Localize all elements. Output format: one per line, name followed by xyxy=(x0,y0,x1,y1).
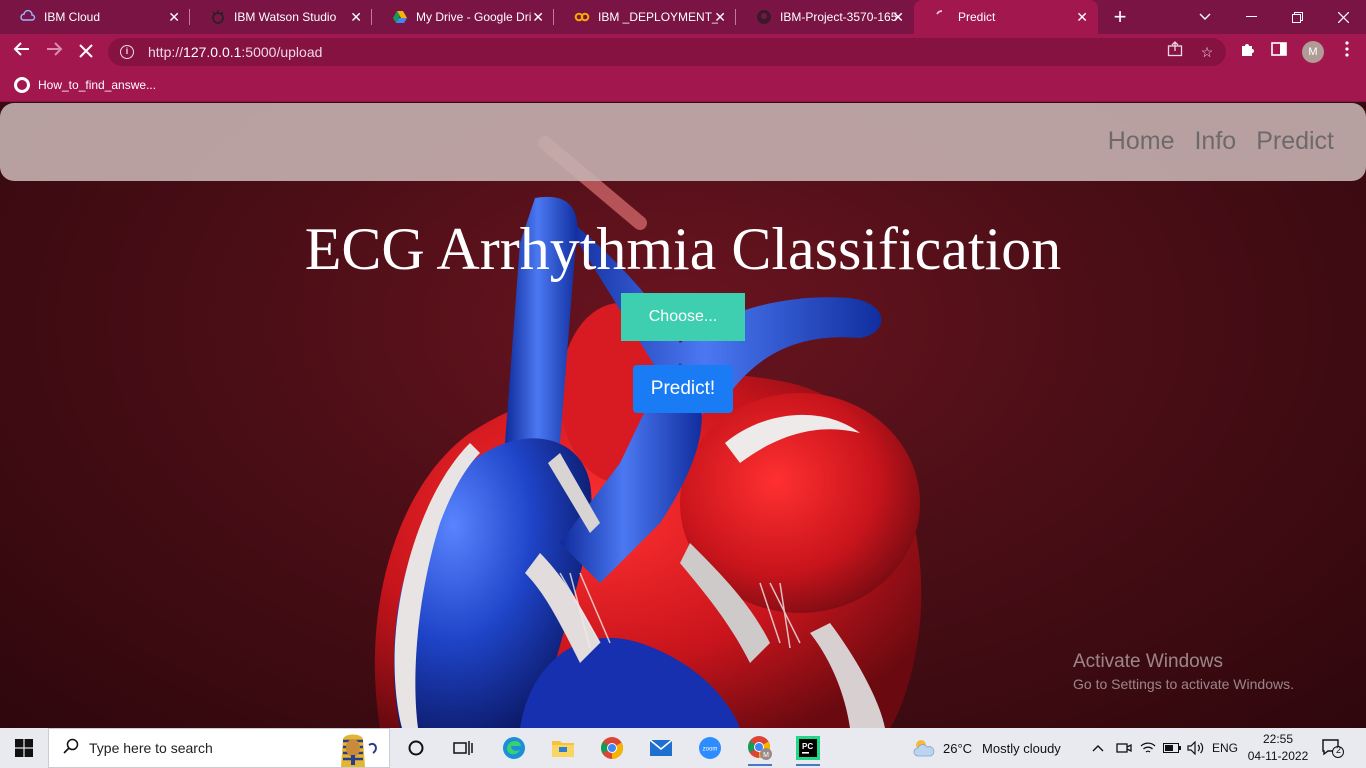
tab-search-chevron-icon[interactable] xyxy=(1182,0,1228,34)
bookmarks-bar: How_to_find_answe... xyxy=(0,70,1366,102)
extensions-puzzle-icon[interactable] xyxy=(1236,41,1258,63)
browser-menu-icon[interactable] xyxy=(1336,41,1358,63)
back-arrow-icon[interactable] xyxy=(10,40,34,64)
close-icon[interactable]: ✕ xyxy=(892,9,904,25)
predict-button[interactable]: Predict! xyxy=(633,365,733,413)
volume-icon[interactable] xyxy=(1187,728,1205,768)
weather-widget[interactable]: 26°C Mostly cloudy xyxy=(912,728,1061,768)
tab-watson-studio[interactable]: IBM Watson Studio ✕ xyxy=(190,0,372,34)
svg-text:M: M xyxy=(763,752,769,759)
task-view-button[interactable] xyxy=(400,732,432,764)
pycharm-icon[interactable]: PC xyxy=(792,732,824,766)
restore-button[interactable] xyxy=(1274,0,1320,34)
bookmark-label: How_to_find_answe... xyxy=(38,78,157,92)
chrome-profile-icon[interactable]: M xyxy=(744,732,776,766)
activate-windows-watermark: Activate Windows Go to Settings to activ… xyxy=(1073,651,1294,692)
edge-browser-icon[interactable] xyxy=(498,732,530,764)
watson-icon xyxy=(210,9,226,25)
clock-time: 22:55 xyxy=(1262,732,1294,746)
wifi-icon[interactable] xyxy=(1140,728,1156,768)
choose-file-button[interactable]: Choose... xyxy=(621,293,745,341)
nav-home-link[interactable]: Home xyxy=(1108,127,1175,156)
windows-taskbar: Type here to search zoom M PC 26°C Mostl… xyxy=(0,728,1366,768)
clock-date: 04-11-2022 xyxy=(1247,749,1309,763)
mail-icon[interactable] xyxy=(645,732,677,764)
minimize-button[interactable] xyxy=(1228,0,1274,34)
cloudy-weather-icon xyxy=(913,740,935,757)
github-icon xyxy=(756,9,772,25)
stop-loading-icon[interactable] xyxy=(74,40,98,64)
nav-predict-link[interactable]: Predict xyxy=(1256,127,1334,156)
search-highlight-pharaoh-icon xyxy=(341,734,377,767)
svg-text:zoom: zoom xyxy=(703,747,718,753)
notification-center-icon[interactable]: 2 xyxy=(1322,738,1344,758)
bookmark-how-to-find[interactable]: How_to_find_answe... xyxy=(14,77,156,93)
heart-background-image xyxy=(374,136,922,728)
search-icon xyxy=(63,738,79,759)
watermark-title: Activate Windows xyxy=(1073,651,1223,672)
start-button[interactable] xyxy=(0,728,48,768)
page-title: ECG Arrhythmia Classification xyxy=(304,216,1062,282)
notification-count: 2 xyxy=(1335,745,1341,755)
svg-text:PC: PC xyxy=(802,742,813,751)
language-indicator[interactable]: ENG xyxy=(1212,728,1238,768)
weather-description: Mostly cloudy xyxy=(982,740,1061,756)
close-window-button[interactable] xyxy=(1320,0,1366,34)
url-host: 127.0.0.1 xyxy=(183,44,242,60)
cortana-circle-icon xyxy=(408,740,424,756)
google-drive-icon xyxy=(392,9,408,25)
ibm-cloud-icon xyxy=(20,9,36,25)
battery-icon[interactable] xyxy=(1163,728,1181,768)
bookmark-star-icon[interactable]: ☆ xyxy=(1196,38,1218,66)
windows-logo-icon xyxy=(15,739,33,757)
loading-icon xyxy=(934,9,950,25)
nav-links: Home Info Predict xyxy=(1108,127,1334,156)
tab-predict[interactable]: Predict ✕ xyxy=(914,0,1098,34)
tab-colab-deployment[interactable]: IBM _DEPLOYMENT_M ✕ xyxy=(554,0,736,34)
address-toolbar: i http://127.0.0.1:5000/upload ☆ M xyxy=(0,34,1366,70)
browser-tab-strip: IBM Cloud ✕ IBM Watson Studio ✕ My Drive… xyxy=(0,0,1366,34)
taskbar-search-box[interactable]: Type here to search xyxy=(48,728,390,768)
taskbar-clock[interactable]: 22:55 04-11-2022 xyxy=(1244,731,1312,765)
tab-ibm-cloud[interactable]: IBM Cloud ✕ xyxy=(0,0,190,34)
share-icon[interactable] xyxy=(1164,38,1186,66)
url-scheme: http:// xyxy=(148,44,184,60)
url-field[interactable]: i http://127.0.0.1:5000/upload ☆ xyxy=(108,38,1226,66)
colab-icon xyxy=(574,9,590,25)
site-navbar: Home Info Predict xyxy=(0,103,1366,181)
close-icon[interactable]: ✕ xyxy=(350,9,362,25)
side-panel-icon[interactable] xyxy=(1268,41,1290,63)
weather-temperature: 26°C xyxy=(943,740,973,756)
task-view-icon[interactable] xyxy=(447,732,479,764)
new-tab-button[interactable]: + xyxy=(1108,5,1132,29)
globe-icon xyxy=(14,77,30,93)
file-explorer-icon[interactable] xyxy=(547,732,579,764)
tab-github-project[interactable]: IBM-Project-3570-165 ✕ xyxy=(736,0,914,34)
meet-now-icon[interactable] xyxy=(1116,728,1132,768)
zoom-icon[interactable]: zoom xyxy=(694,732,726,764)
watermark-subtitle: Go to Settings to activate Windows. xyxy=(1073,676,1294,692)
forward-arrow-icon[interactable] xyxy=(42,40,66,64)
search-placeholder: Type here to search xyxy=(89,740,213,756)
close-icon[interactable]: ✕ xyxy=(714,9,726,25)
site-info-icon[interactable]: i xyxy=(120,45,134,59)
close-icon[interactable]: ✕ xyxy=(1076,9,1088,25)
chrome-icon[interactable] xyxy=(596,732,628,764)
nav-info-link[interactable]: Info xyxy=(1194,127,1236,156)
profile-avatar[interactable]: M xyxy=(1302,41,1324,63)
web-page: Home Info Predict ECG Arrhythmia Classif… xyxy=(0,103,1366,728)
url-path: :5000/upload xyxy=(241,44,323,60)
close-icon[interactable]: ✕ xyxy=(532,9,544,25)
show-hidden-icons-chevron-icon[interactable] xyxy=(1092,728,1104,768)
tab-google-drive[interactable]: My Drive - Google Dri ✕ xyxy=(372,0,554,34)
close-icon[interactable]: ✕ xyxy=(168,9,180,25)
